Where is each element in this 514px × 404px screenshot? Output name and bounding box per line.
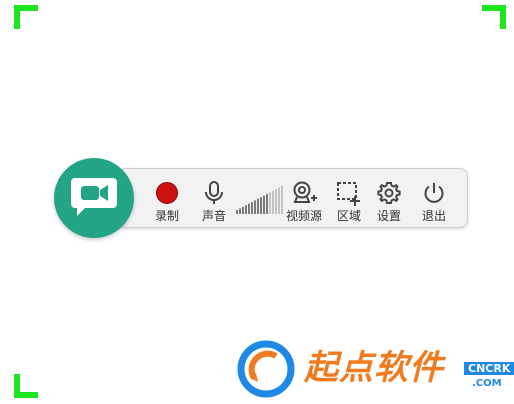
site-logo-icon (236, 338, 298, 404)
settings-label: 设置 (376, 209, 401, 223)
region-button[interactable]: 区域 (327, 180, 371, 224)
volume-bar (278, 187, 280, 214)
volume-bar (245, 205, 247, 214)
audio-button[interactable]: 声音 (192, 180, 236, 224)
microphone-icon (203, 180, 225, 206)
volume-bar (239, 208, 241, 214)
watermark-tag-cncrk: CNCRK (464, 362, 514, 375)
power-icon (422, 180, 446, 206)
volume-bar (272, 190, 274, 214)
gear-icon (377, 180, 401, 206)
video-camera-icon (69, 174, 119, 222)
site-watermark: 起点软件 CNCRK .COM (236, 338, 514, 400)
volume-bar (269, 192, 271, 214)
volume-bar (251, 202, 253, 214)
video-source-button[interactable]: 视频源 (282, 180, 326, 224)
volume-bar (275, 189, 277, 214)
webcam-icon (291, 180, 317, 206)
capture-frame-corner-bottom-left[interactable] (14, 374, 38, 398)
audio-label: 声音 (201, 209, 226, 223)
volume-bar (260, 197, 262, 214)
camera-badge[interactable] (54, 158, 134, 238)
record-button[interactable]: 录制 (145, 180, 189, 224)
volume-bar (248, 203, 250, 214)
volume-bar (263, 195, 265, 214)
video-source-label: 视频源 (285, 209, 322, 223)
settings-button[interactable]: 设置 (367, 180, 411, 224)
record-label: 录制 (154, 209, 179, 223)
record-dot-icon (155, 180, 179, 206)
watermark-text: 起点软件 (304, 348, 444, 388)
exit-label: 退出 (421, 209, 446, 223)
volume-bar (242, 206, 244, 214)
volume-bar (236, 210, 238, 214)
capture-frame-corner-top-left[interactable] (14, 5, 38, 29)
exit-button[interactable]: 退出 (412, 180, 456, 224)
region-label: 区域 (336, 209, 361, 223)
volume-bar (266, 194, 268, 214)
volume-bar (254, 200, 256, 214)
volume-bar (257, 198, 259, 214)
capture-frame-corner-top-right[interactable] (482, 5, 506, 29)
watermark-tag-com: .COM (472, 378, 502, 389)
audio-volume-meter[interactable] (236, 184, 284, 214)
region-select-icon (336, 180, 362, 206)
